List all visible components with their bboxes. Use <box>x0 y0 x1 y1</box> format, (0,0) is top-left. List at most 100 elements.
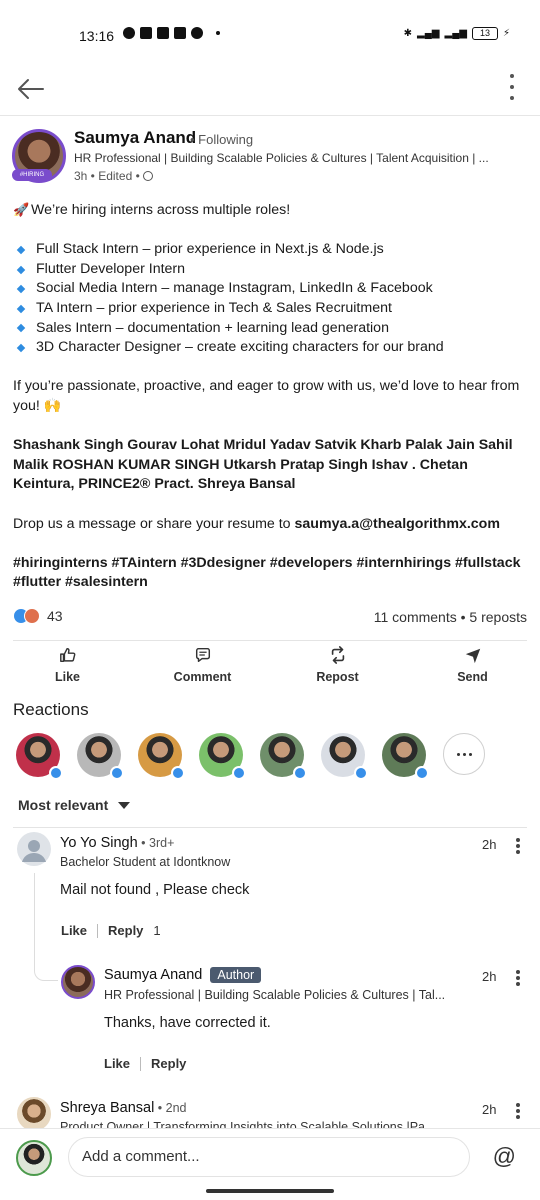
repost-icon <box>331 646 344 664</box>
comment-more-button[interactable] <box>516 838 520 854</box>
like-badge-icon <box>49 766 63 780</box>
reactions-heading: Reactions <box>13 700 89 719</box>
app-icon <box>157 27 169 39</box>
role-item: Social Media Intern – manage Instagram, … <box>13 279 528 299</box>
call-icon <box>123 27 135 39</box>
like-badge-icon <box>415 766 429 780</box>
reply-more-button[interactable] <box>516 970 520 986</box>
reactor-avatar[interactable] <box>199 733 246 780</box>
like-badge-icon <box>171 766 185 780</box>
system-icons: ✱ ▂▄▆ ▂▄▆ 13 ⚡ <box>404 27 510 40</box>
comment-text: Mail not found , Please check <box>60 882 250 898</box>
more-notifications-icon <box>216 31 220 35</box>
comment-button[interactable]: Comment <box>153 646 253 690</box>
reply-author-avatar[interactable] <box>61 965 95 999</box>
reactor-avatar[interactable] <box>138 733 185 780</box>
comment-time: 2h <box>482 837 497 852</box>
youtube-icon <box>140 27 152 39</box>
send-button[interactable]: Send <box>423 646 523 690</box>
reply-text: Thanks, have corrected it. <box>104 1015 271 1031</box>
diamond-icon <box>16 324 26 333</box>
role-item: Flutter Developer Intern <box>13 260 528 280</box>
like-badge-icon <box>354 766 368 780</box>
raised-hands-icon: 🙌 <box>43 397 62 414</box>
diamond-icon <box>16 265 26 274</box>
post-closing: If you’re passionate, proactive, and eag… <box>13 378 520 414</box>
diamond-icon <box>16 343 26 353</box>
post-actions: Like Comment Repost Send <box>0 646 540 690</box>
post-meta: 3h • Edited • <box>74 169 153 183</box>
sort-dropdown[interactable]: Most relevant <box>18 797 131 813</box>
commenter-headline: Bachelor Student at Idontknow <box>60 855 231 869</box>
hashtags[interactable]: #hiringinterns #TAintern #3Ddesigner #de… <box>13 554 528 593</box>
mention-icon[interactable]: @ <box>493 1143 516 1170</box>
commenter-avatar[interactable] <box>17 1097 51 1131</box>
reactions-summary[interactable]: 43 <box>13 608 63 624</box>
diamond-icon <box>16 284 26 294</box>
reaction-count: 43 <box>47 608 63 624</box>
thread-connector <box>34 873 58 981</box>
reactor-avatar[interactable] <box>77 733 124 780</box>
like-button[interactable]: Like <box>18 646 118 690</box>
chevron-down-icon <box>118 801 131 809</box>
author-headline: HR Professional | Building Scalable Poli… <box>74 151 489 165</box>
reactor-avatar[interactable] <box>16 733 63 780</box>
bluetooth-icon: ✱ <box>403 28 413 39</box>
default-avatar-icon <box>22 840 46 862</box>
send-icon <box>465 648 480 664</box>
role-item: Sales Intern – documentation + learning … <box>13 319 528 339</box>
comment-input[interactable]: Add a comment... <box>68 1137 470 1177</box>
notification-icons <box>123 27 220 39</box>
reply-reply-button[interactable]: Reply <box>151 1056 186 1071</box>
divider <box>13 827 527 828</box>
like-badge-icon <box>110 766 124 780</box>
email-link[interactable]: saumya.a@thealgorithmx.com <box>295 516 500 532</box>
role-item: TA Intern – prior experience in Tech & S… <box>13 299 528 319</box>
mentioned-people[interactable]: Shashank Singh Gourav Lohat Mridul Yadav… <box>13 436 528 495</box>
signal-icon: ▂▄▆ <box>417 28 440 39</box>
reactor-avatar[interactable] <box>260 733 307 780</box>
home-indicator[interactable] <box>206 1189 334 1193</box>
comment-like-button[interactable]: Like <box>61 923 87 938</box>
reactor-avatar[interactable] <box>382 733 429 780</box>
my-avatar[interactable] <box>16 1140 52 1176</box>
repost-button[interactable]: Repost <box>288 646 388 690</box>
reply-count[interactable]: 1 <box>153 923 160 938</box>
comments-reposts-count[interactable]: 11 comments • 5 reposts <box>374 609 527 625</box>
role-item: 3D Character Designer – create exciting … <box>13 338 528 358</box>
thumbs-up-icon <box>59 647 75 663</box>
rocket-icon: 🚀 <box>13 202 30 217</box>
globe-icon <box>142 171 153 181</box>
comment-more-button[interactable] <box>516 1103 520 1119</box>
commenter-avatar[interactable] <box>17 832 51 866</box>
battery-icon: 13 <box>471 27 498 40</box>
reply-time: 2h <box>482 969 497 984</box>
post-body: 🚀 We’re hiring interns across multiple ro… <box>13 200 528 593</box>
commenter-name[interactable]: Shreya Bansal • 2nd <box>60 1100 187 1116</box>
comment-icon <box>195 647 210 663</box>
reply-author-name[interactable]: Saumya Anand Author <box>104 967 262 983</box>
whatsapp-icon <box>191 27 203 39</box>
back-button[interactable] <box>16 76 46 102</box>
status-time: 13:16 <box>79 28 115 44</box>
following-status: • Following <box>190 132 254 147</box>
more-options-button[interactable] <box>508 74 516 100</box>
like-badge-icon <box>232 766 246 780</box>
love-reaction-icon <box>24 608 40 624</box>
author-name[interactable]: Saumya Anand <box>74 128 196 148</box>
comment-time: 2h <box>482 1102 497 1117</box>
post-intro: We’re hiring interns across multiple rol… <box>31 202 291 218</box>
comment-actions: Like Reply 1 <box>61 923 161 938</box>
more-reactors-button[interactable] <box>443 733 485 775</box>
hiring-badge: #HIRING <box>12 169 52 181</box>
reply-author-headline: HR Professional | Building Scalable Poli… <box>104 988 446 1002</box>
commenter-name[interactable]: Yo Yo Singh • 3rd+ <box>60 835 174 851</box>
reaction-icons <box>13 608 41 624</box>
comment-reply-button[interactable]: Reply <box>108 923 143 938</box>
reactor-avatar[interactable] <box>321 733 368 780</box>
post-contact: Drop us a message or share your resume t… <box>13 515 500 532</box>
diamond-icon <box>16 304 26 314</box>
role-item: Full Stack Intern – prior experience in … <box>13 240 528 260</box>
reply-like-button[interactable]: Like <box>104 1056 130 1071</box>
top-bar <box>0 64 540 116</box>
